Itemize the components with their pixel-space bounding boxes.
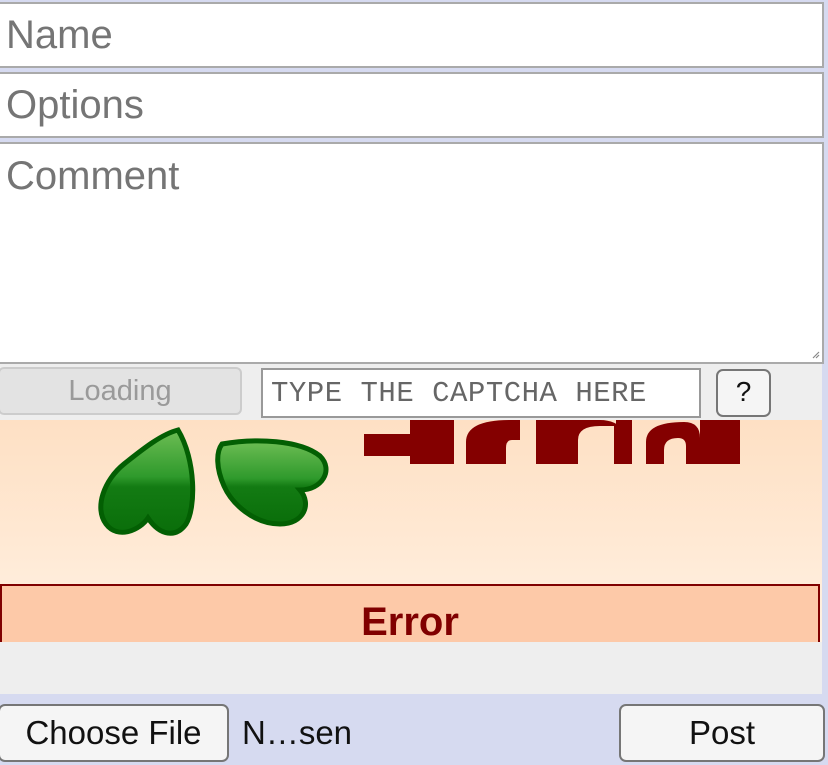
logo-wordmark-icon (364, 420, 740, 464)
options-field[interactable] (0, 72, 824, 138)
post-form: Loading ? (0, 0, 828, 765)
captcha-error-frame: Error (0, 420, 822, 642)
captcha-input[interactable] (261, 368, 701, 418)
error-banner: Error (0, 584, 820, 642)
error-title: Error (361, 600, 459, 642)
resize-grip-icon[interactable] (812, 351, 820, 359)
file-status-label: N…sen (242, 714, 353, 751)
choose-file-button[interactable]: Choose File (0, 704, 229, 762)
clover-leaves-icon (98, 427, 329, 536)
name-field[interactable] (0, 2, 824, 68)
captcha-loading-button[interactable]: Loading (0, 367, 242, 415)
post-button[interactable]: Post (619, 704, 825, 762)
comment-field[interactable] (0, 142, 824, 364)
captcha-help-button[interactable]: ? (716, 369, 771, 417)
